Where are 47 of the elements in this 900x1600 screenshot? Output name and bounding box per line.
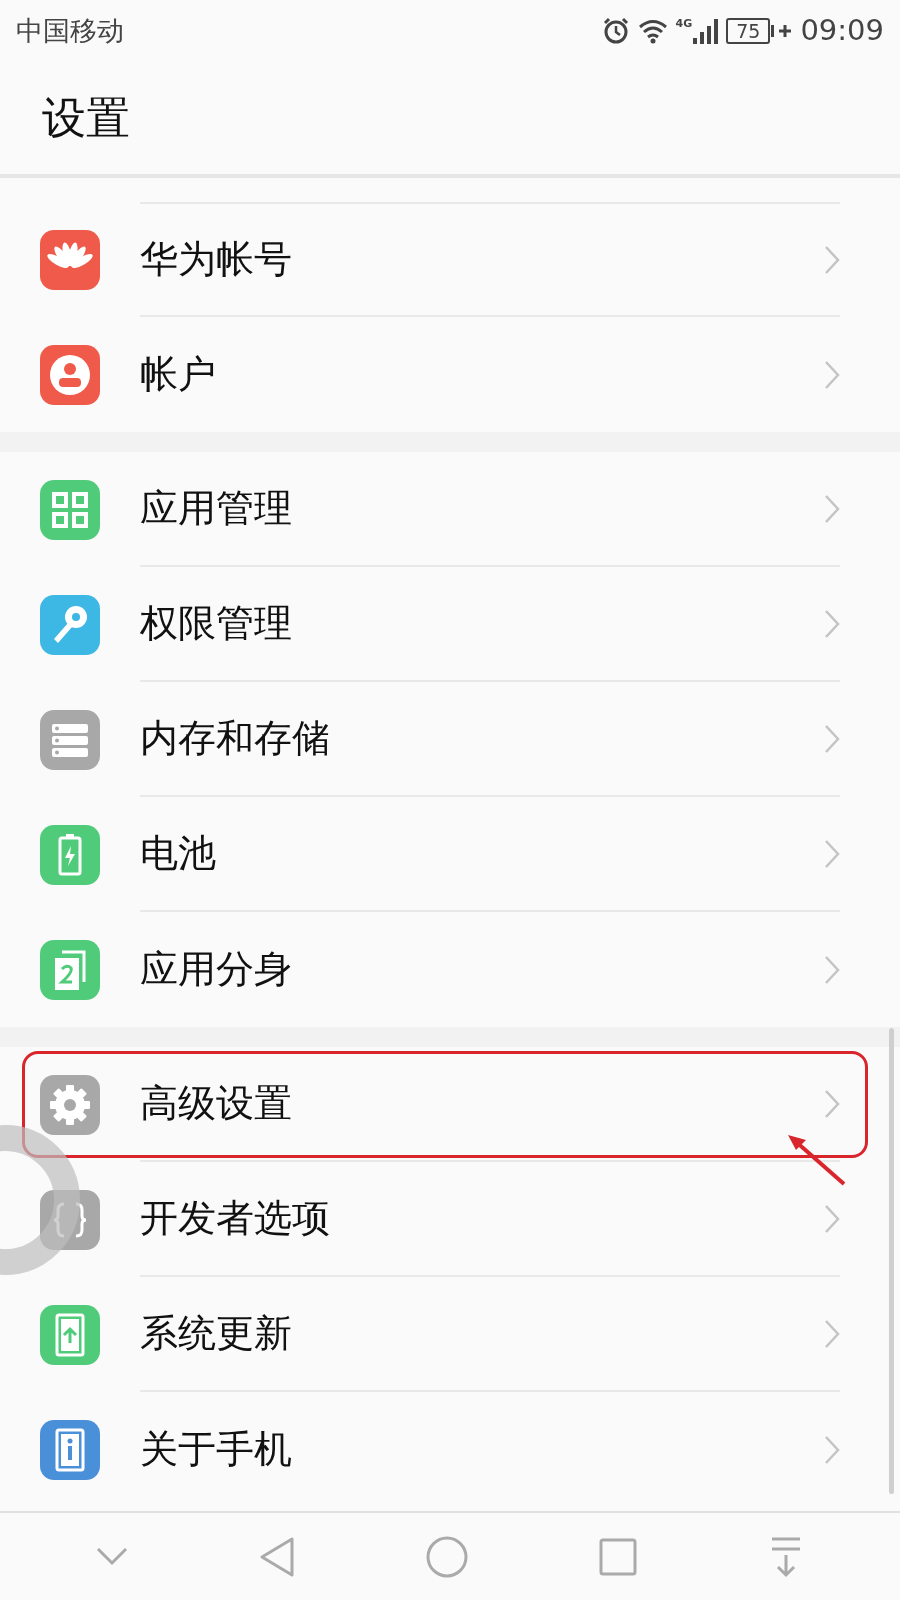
settings-item[interactable]: 应用管理: [0, 452, 900, 567]
item-label: 关于手机: [140, 1426, 292, 1473]
chevron-right-icon: [824, 1434, 840, 1465]
chevron-right-icon: [824, 608, 840, 639]
settings-item[interactable]: 权限管理: [0, 567, 900, 682]
settings-item[interactable]: 开发者选项: [0, 1162, 900, 1277]
item-label: 华为帐号: [140, 236, 292, 283]
settings-item[interactable]: 帐户: [0, 317, 900, 432]
home-icon[interactable]: [425, 1535, 468, 1578]
settings-item[interactable]: 应用分身: [0, 912, 900, 1027]
chevron-right-icon: [824, 954, 840, 985]
chevron-right-icon: [824, 359, 840, 390]
charging-icon: [778, 24, 793, 38]
chevron-right-icon: [824, 1088, 840, 1119]
item-label: 权限管理: [140, 600, 292, 647]
back-icon[interactable]: [258, 1535, 295, 1578]
network-type: 4G: [675, 18, 693, 29]
item-label: 开发者选项: [140, 1195, 330, 1242]
settings-item[interactable]: 关于手机: [0, 1392, 900, 1507]
settings-item[interactable]: 系统更新: [0, 1277, 900, 1392]
settings-item[interactable]: 电池: [0, 797, 900, 912]
wifi-icon: [637, 18, 668, 44]
chevron-right-icon: [824, 838, 840, 869]
item-label: 系统更新: [140, 1310, 292, 1357]
alarm-icon: [601, 17, 630, 45]
item-label: 应用分身: [140, 946, 292, 993]
signal-icon: [692, 18, 719, 44]
chevron-right-icon: [824, 493, 840, 524]
item-label: 内存和存储: [140, 715, 330, 762]
recents-icon[interactable]: [599, 1537, 638, 1576]
item-label: 应用管理: [140, 485, 292, 532]
settings-item[interactable]: 高级设置: [0, 1047, 900, 1162]
settings-item[interactable]: 华为帐号: [0, 202, 900, 317]
chevron-right-icon: [824, 1318, 840, 1349]
chevron-right-icon: [824, 1203, 840, 1234]
battery-tip-icon: [771, 25, 775, 37]
item-label: 高级设置: [140, 1080, 292, 1127]
clock: 09:09: [800, 12, 884, 50]
carrier-name: 中国移动: [16, 13, 124, 48]
page-title: 设置: [42, 91, 130, 145]
battery-level: 75: [726, 18, 771, 44]
chevron-down-icon[interactable]: [95, 1546, 128, 1567]
chevron-right-icon: [824, 244, 840, 275]
item-label: 帐户: [140, 351, 216, 398]
settings-item[interactable]: 内存和存储: [0, 682, 900, 797]
item-label: 电池: [140, 830, 216, 877]
chevron-right-icon: [824, 723, 840, 754]
